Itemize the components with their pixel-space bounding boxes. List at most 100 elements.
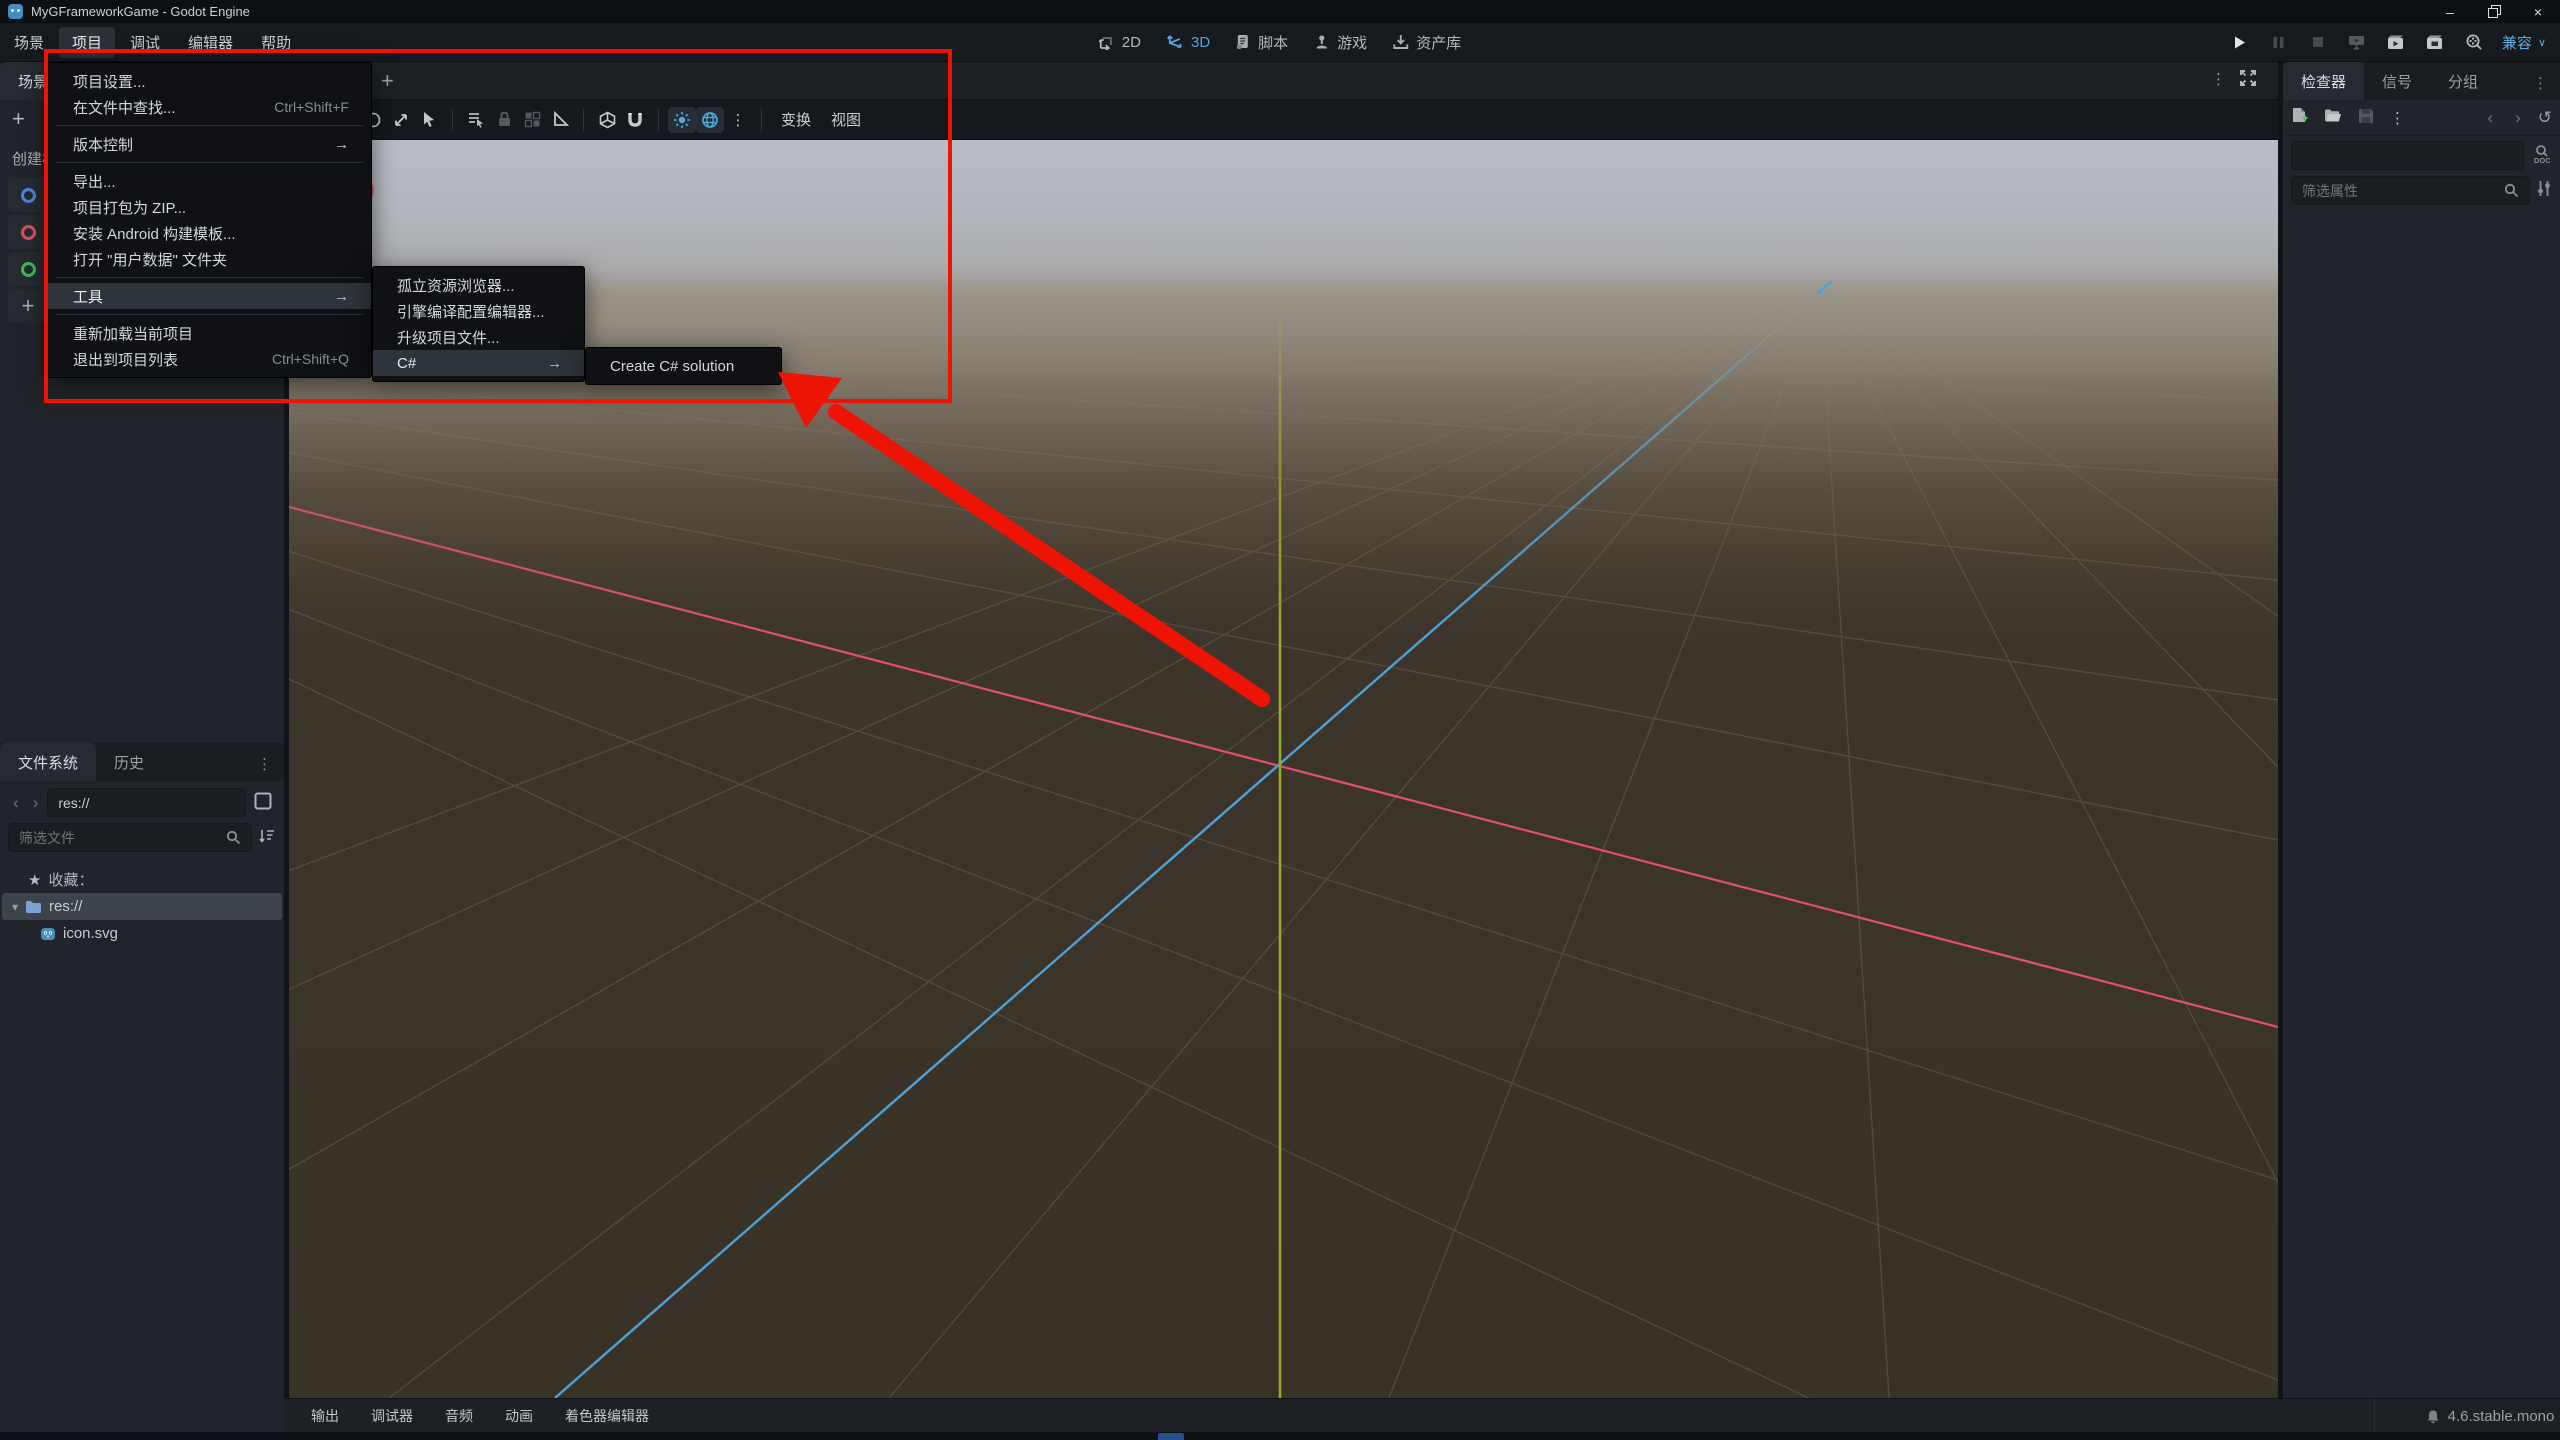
notification-bell-icon bbox=[2427, 1410, 2439, 1423]
pause-button[interactable] bbox=[2268, 31, 2290, 53]
menu-item-create-csharp-solution[interactable]: Create C# solution bbox=[586, 353, 781, 379]
bottom-tab-debugger[interactable]: 调试器 bbox=[359, 1401, 425, 1431]
list-select-icon[interactable] bbox=[462, 107, 490, 133]
menu-debug[interactable]: 调试 bbox=[117, 27, 173, 58]
menu-help[interactable]: 帮助 bbox=[248, 27, 304, 58]
menu-item-csharp[interactable]: C# → bbox=[373, 350, 584, 376]
menu-editor[interactable]: 编辑器 bbox=[175, 27, 246, 58]
preview-environment-icon[interactable] bbox=[696, 106, 724, 133]
workspace-2d[interactable]: 2D bbox=[1098, 34, 1141, 51]
stop-button[interactable] bbox=[2307, 31, 2329, 53]
close-button[interactable]: × bbox=[2516, 0, 2560, 23]
tree-row-icon-svg[interactable]: icon.svg bbox=[0, 920, 284, 947]
inspector-filter-input[interactable] bbox=[2302, 182, 2504, 199]
save-icon[interactable] bbox=[2358, 108, 2374, 128]
taskbar-accent bbox=[1158, 1433, 1184, 1440]
remote-debug-button[interactable] bbox=[2346, 31, 2368, 53]
workspace-assetlib[interactable]: 资产库 bbox=[1393, 32, 1461, 53]
dock-menu-icon[interactable]: ⋮ bbox=[2521, 66, 2560, 100]
tools-submenu-popup: 孤立资源浏览器... 引擎编译配置编辑器... 升级项目文件... C# → bbox=[372, 266, 585, 382]
tab-signals[interactable]: 信号 bbox=[2364, 62, 2430, 100]
godot-logo-icon bbox=[8, 4, 23, 19]
create-2d-scene-button[interactable] bbox=[8, 178, 48, 212]
edit-prev-icon[interactable]: ‹ bbox=[2482, 108, 2498, 128]
create-ui-scene-button[interactable] bbox=[8, 252, 48, 286]
transform-menu[interactable]: 变换 bbox=[771, 105, 821, 134]
history-icon[interactable]: ↺ bbox=[2538, 108, 2552, 128]
bottom-panel-bar: 输出 调试器 音频 动画 着色器编辑器 4.6.stable.mono bbox=[289, 1398, 2560, 1433]
tab-groups[interactable]: 分组 bbox=[2430, 62, 2496, 100]
menu-item-find-in-files[interactable]: 在文件中查找... Ctrl+Shift+F bbox=[47, 94, 371, 120]
menu-item-open-user-data-folder[interactable]: 打开 "用户数据" 文件夹 bbox=[47, 246, 371, 272]
version-label: 4.6.stable.mono bbox=[2447, 1407, 2555, 1425]
menu-project[interactable]: 项目 bbox=[59, 26, 116, 58]
fs-filter-input[interactable] bbox=[19, 829, 226, 846]
load-resource-icon[interactable] bbox=[2324, 108, 2342, 127]
edit-next-icon[interactable]: › bbox=[2510, 108, 2526, 128]
bottom-tab-shader-editor[interactable]: 着色器编辑器 bbox=[553, 1401, 661, 1431]
open-docs-icon[interactable]: DOC bbox=[2530, 143, 2552, 169]
menu-scene[interactable]: 场景 bbox=[1, 27, 57, 58]
extra-options-dots-icon[interactable]: ⋮ bbox=[724, 107, 752, 133]
dock-menu-icon[interactable]: ⋮ bbox=[245, 747, 284, 781]
fs-path-input[interactable] bbox=[47, 788, 246, 817]
inspector-tools-icon[interactable] bbox=[2536, 180, 2552, 201]
renderer-select[interactable]: 兼容 ∨ bbox=[2502, 32, 2546, 53]
2d-icon bbox=[1098, 37, 1112, 50]
menu-item-tools[interactable]: 工具 → bbox=[47, 283, 371, 309]
tree-collapse-icon[interactable]: ▾ bbox=[12, 900, 18, 914]
lock-icon[interactable] bbox=[490, 107, 518, 133]
version-info[interactable]: 4.6.stable.mono bbox=[2374, 1399, 2560, 1433]
tab-inspector[interactable]: 检查器 bbox=[2283, 62, 2365, 100]
bottom-tab-output[interactable]: 输出 bbox=[299, 1401, 351, 1431]
tab-history[interactable]: 历史 bbox=[96, 743, 162, 781]
expand-viewport-icon[interactable] bbox=[2239, 69, 2257, 91]
bottom-tab-audio[interactable]: 音频 bbox=[433, 1401, 485, 1431]
select-tool-icon[interactable] bbox=[415, 107, 443, 133]
play-scene-button[interactable] bbox=[2385, 31, 2407, 53]
sort-files-icon[interactable] bbox=[258, 828, 276, 848]
ruler-icon[interactable] bbox=[546, 107, 574, 133]
split-view-icon[interactable] bbox=[250, 792, 276, 814]
restore-button[interactable] bbox=[2472, 0, 2516, 23]
menu-item-upgrade-project-files[interactable]: 升级项目文件... bbox=[373, 324, 584, 350]
add-node-button[interactable]: + bbox=[12, 108, 25, 130]
viewport-menu-dots-icon[interactable]: ⋮ bbox=[2211, 70, 2226, 88]
movie-maker-button[interactable] bbox=[2463, 31, 2485, 53]
scale-tool-icon[interactable] bbox=[387, 107, 415, 133]
preview-sunlight-icon[interactable] bbox=[668, 106, 696, 133]
menu-item-pack-zip[interactable]: 项目打包为 ZIP... bbox=[47, 194, 371, 220]
create-3d-scene-button[interactable] bbox=[8, 215, 48, 249]
viewport-3d[interactable]: Y X Z bbox=[289, 140, 2278, 1398]
new-resource-icon[interactable] bbox=[2291, 107, 2308, 129]
fs-back-button[interactable]: ‹ bbox=[8, 793, 24, 813]
new-scene-tab-button[interactable]: + bbox=[381, 68, 394, 94]
snap-icon[interactable] bbox=[621, 107, 649, 133]
menu-item-project-settings[interactable]: 项目设置... bbox=[47, 68, 371, 94]
godot-file-icon bbox=[41, 927, 55, 940]
play-custom-scene-button[interactable] bbox=[2424, 31, 2446, 53]
play-button[interactable] bbox=[2229, 31, 2251, 53]
menu-item-reload-project[interactable]: 重新加载当前项目 bbox=[47, 320, 371, 346]
group-icon[interactable] bbox=[518, 107, 546, 133]
resource-options-dots-icon[interactable]: ⋮ bbox=[2390, 109, 2405, 127]
view-menu[interactable]: 视图 bbox=[821, 105, 871, 134]
menu-item-install-android-template[interactable]: 安装 Android 构建模板... bbox=[47, 220, 371, 246]
workspace-3d[interactable]: 3D bbox=[1167, 34, 1210, 51]
menu-item-version-control[interactable]: 版本控制 → bbox=[47, 131, 371, 157]
minimize-button[interactable]: – bbox=[2428, 0, 2472, 23]
fs-forward-button[interactable]: › bbox=[28, 793, 44, 813]
menu-item-export[interactable]: 导出... bbox=[47, 168, 371, 194]
menu-item-engine-compile-config[interactable]: 引擎编译配置编辑器... bbox=[373, 298, 584, 324]
menu-item-orphan-resource-explorer[interactable]: 孤立资源浏览器... bbox=[373, 272, 584, 298]
node2d-icon bbox=[20, 187, 36, 203]
bottom-tab-animation[interactable]: 动画 bbox=[493, 1401, 545, 1431]
filesystem-dock: 文件系统 历史 ⋮ ‹ › ★ 收藏： ▾ res:// icon.svg bbox=[0, 743, 284, 1432]
tree-row-res[interactable]: ▾ res:// bbox=[2, 893, 282, 920]
tab-filesystem[interactable]: 文件系统 bbox=[0, 743, 97, 781]
workspace-game[interactable]: 游戏 bbox=[1314, 32, 1367, 53]
local-space-icon[interactable] bbox=[593, 107, 621, 133]
create-other-node-button[interactable]: + bbox=[8, 289, 48, 323]
menu-item-quit-to-project-list[interactable]: 退出到项目列表 Ctrl+Shift+Q bbox=[47, 346, 371, 372]
workspace-script[interactable]: 脚本 bbox=[1236, 32, 1288, 53]
